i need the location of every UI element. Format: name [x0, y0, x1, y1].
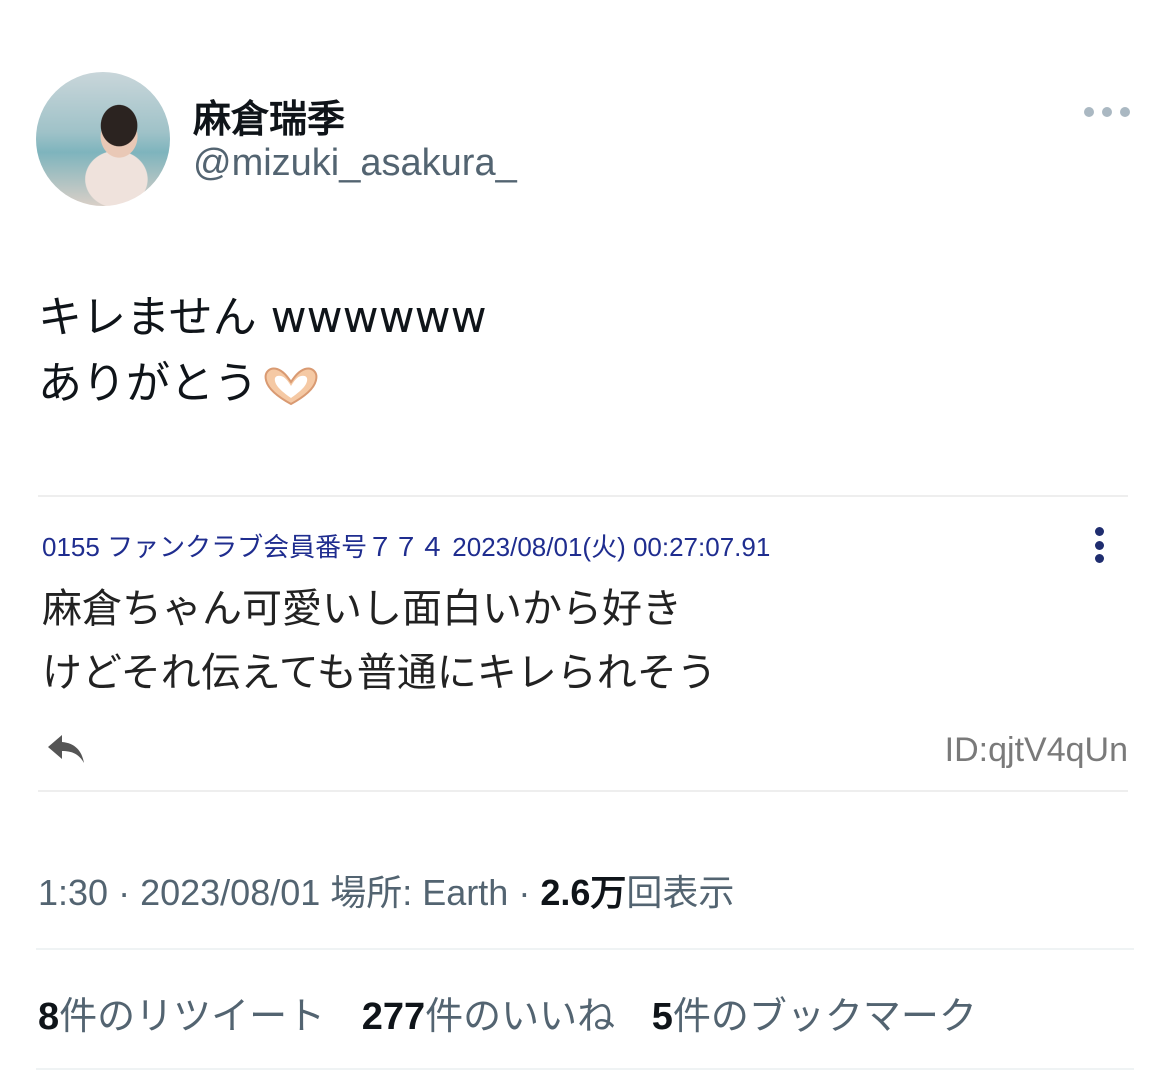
- retweets-label: 件のリツイート: [59, 996, 326, 1038]
- meta-separator: ·: [108, 872, 141, 913]
- kebab-menu-icon[interactable]: [1092, 527, 1106, 563]
- divider: [36, 1068, 1134, 1070]
- likes-stat[interactable]: 277件のいいね: [362, 996, 615, 1038]
- tweet-time[interactable]: 1:30: [38, 872, 108, 913]
- bookmarks-count: 5: [651, 996, 673, 1038]
- author-avatar[interactable]: [36, 72, 170, 206]
- author-display-name[interactable]: 麻倉瑞季: [193, 88, 345, 143]
- quoted-post-line-2: けどそれ伝えても普通にキレられそう: [42, 650, 717, 696]
- quoted-post-body: 麻倉ちゃん可愛いし面白いから好き けどそれ伝えても普通にキレられそう: [42, 577, 717, 705]
- views-count: 2.6万: [540, 872, 627, 913]
- tweet-text-line-1: キレません wwwwww: [38, 292, 487, 343]
- tweet-location: 場所: Earth: [320, 872, 509, 913]
- likes-label: 件のいいね: [425, 996, 616, 1038]
- quoted-post-header: 0155 ファンクラブ会員番号７７４ 2023/08/01(火) 00:27:0…: [42, 532, 771, 562]
- tweet-date[interactable]: 2023/08/01: [140, 872, 320, 913]
- quoted-post-line-1: 麻倉ちゃん可愛いし面白いから好き: [42, 586, 682, 632]
- bookmarks-label: 件のブックマーク: [672, 996, 977, 1038]
- heart-hands-emoji-icon: [264, 367, 318, 406]
- reply-arrow-icon[interactable]: [44, 729, 88, 769]
- tweet-text-line-2: ありがとう: [38, 358, 258, 409]
- views-label: 回表示: [626, 872, 735, 913]
- tweet-text: キレません wwwwww ありがとう: [38, 285, 487, 417]
- bookmarks-stat[interactable]: 5件のブックマーク: [652, 996, 977, 1038]
- retweets-stat[interactable]: 8件のリツイート: [38, 996, 325, 1038]
- retweets-count: 8: [38, 996, 60, 1038]
- likes-count: 277: [361, 996, 426, 1038]
- quoted-post-card[interactable]: 0155 ファンクラブ会員番号７７４ 2023/08/01(火) 00:27:0…: [38, 495, 1128, 792]
- quoted-post-id: ID:qjtV4qUn: [944, 731, 1128, 769]
- tweet-meta: 1:30 · 2023/08/01 場所: Earth · 2.6万回表示: [38, 864, 734, 916]
- meta-separator: ·: [508, 872, 541, 913]
- tweet-stats: 8件のリツイート 277件のいいね 5件のブックマーク: [38, 985, 1003, 1040]
- more-options-icon[interactable]: [1084, 100, 1130, 124]
- divider: [36, 948, 1134, 950]
- author-handle[interactable]: @mizuki_asakura_: [193, 142, 517, 185]
